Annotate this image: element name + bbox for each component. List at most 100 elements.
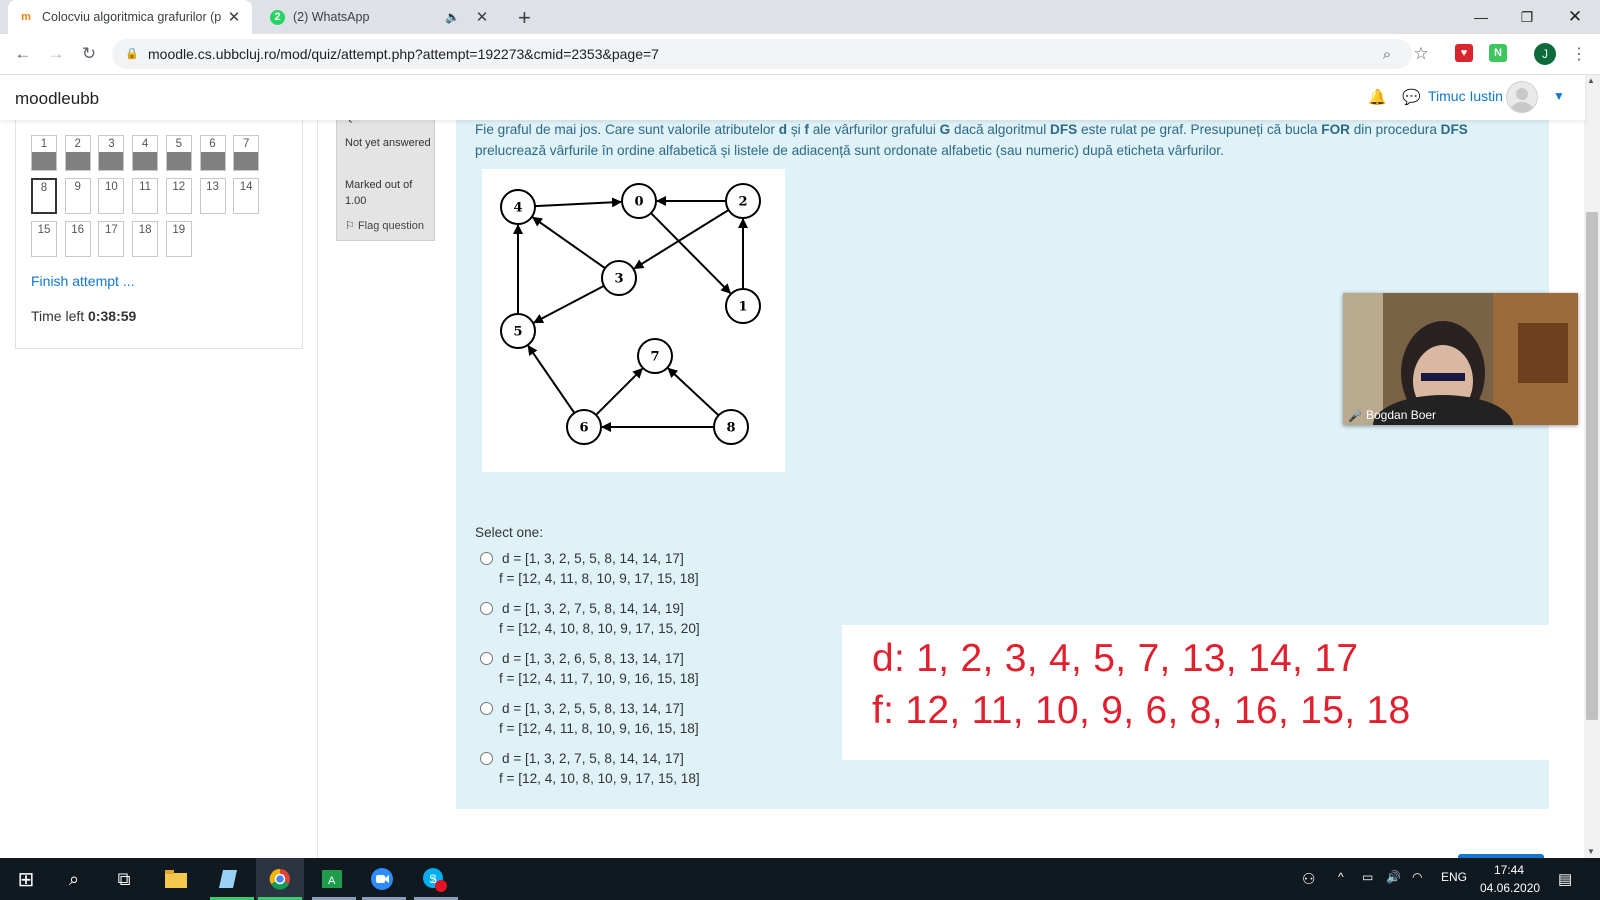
restore-icon[interactable]: ❐ [1504,0,1550,34]
quiz-nav-button[interactable]: 11 [132,178,159,214]
radio-button[interactable] [480,702,493,715]
quiz-nav-button[interactable]: 2 [64,135,91,171]
answered-fill [65,152,90,170]
graph-node-label: 6 [579,421,588,436]
scroll-down-icon[interactable]: ▼ [1587,847,1595,856]
menu-kebab-icon[interactable]: ⋮ [1568,43,1590,65]
pocket-extension-icon[interactable]: ♥ [1455,44,1473,62]
graph-node-label: 2 [738,195,747,210]
select-one-label: Select one: [475,525,544,540]
close-icon[interactable]: ✕ [474,8,490,26]
finish-attempt-link[interactable]: Finish attempt ... [31,273,134,289]
quiz-nav-button[interactable]: 8 [31,178,57,214]
lock-icon[interactable]: 🔒 [125,47,139,60]
radio-button[interactable] [480,752,493,765]
quiz-nav-button[interactable]: 18 [132,221,159,257]
radio-button[interactable] [480,552,493,565]
scroll-up-icon[interactable]: ▲ [1587,76,1595,85]
prompt-text: din procedura [1349,122,1441,137]
tab-moodle[interactable]: m Colocviu algoritmica grafurilor (p ✕ [8,0,252,34]
quiz-nav-button-number: 2 [74,138,81,150]
option-f-values: f = [12, 4, 10, 8, 10, 9, 17, 15, 18] [499,771,700,786]
search-icon[interactable]: ⌕ [1376,43,1398,65]
quiz-nav-button[interactable]: 10 [98,178,125,214]
clock-time[interactable]: 17:44 [1494,863,1524,877]
answered-fill [200,152,225,170]
notion-extension-icon[interactable]: N [1489,44,1507,62]
quiz-nav-button[interactable]: 14 [233,178,260,214]
answered-fill [234,152,259,170]
excel-like-app-icon[interactable]: A [308,858,356,900]
window-close-icon[interactable]: ✕ [1552,0,1598,34]
notification-bell-icon[interactable]: 🔔 [1368,88,1387,106]
site-brand[interactable]: moodleubb [15,89,99,109]
quiz-nav-button[interactable]: 1 [31,135,57,171]
chevron-down-icon[interactable]: ▼ [1553,89,1565,103]
quiz-nav-button[interactable]: 13 [199,178,226,214]
quiz-nav-button[interactable]: 17 [98,221,125,257]
answer-option[interactable]: d = [1, 3, 2, 5, 5, 8, 13, 14, 17] f = [1… [480,699,780,741]
people-icon[interactable]: ⚇ [1302,870,1315,888]
quiz-nav-button[interactable]: 4 [132,135,159,171]
quiz-nav-button[interactable]: 19 [165,221,192,257]
user-menu-name[interactable]: Timuc Iustin [1428,88,1503,104]
profile-avatar[interactable]: J [1534,43,1556,65]
minimize-icon[interactable]: — [1458,0,1504,34]
video-frame [1343,293,1578,425]
graph-node-label: 5 [513,325,522,340]
clock-date[interactable]: 04.06.2020 [1480,881,1540,895]
notepad-shape [219,870,237,888]
file-explorer-icon[interactable] [152,858,200,900]
reload-icon[interactable]: ↻ [76,41,102,67]
url-text[interactable]: moodle.cs.ubbcluj.ro/mod/quiz/attempt.ph… [148,46,659,62]
chevron-up-icon[interactable]: ^ [1338,870,1344,884]
quiz-nav-button[interactable]: 9 [64,178,91,214]
prompt-keyword: d [778,122,788,137]
quiz-nav-button[interactable]: 6 [199,135,226,171]
volume-icon[interactable]: 🔊 [1386,870,1401,884]
graph-edge-6-7 [595,368,643,416]
wifi-icon[interactable]: ◠ [1412,870,1422,884]
navbar-overlay [0,75,1585,120]
quiz-nav-button[interactable]: 16 [64,221,91,257]
close-icon[interactable]: ✕ [226,8,242,26]
graph-edge-2-3 [633,209,730,270]
notepad-icon[interactable] [204,858,252,900]
page-scrollbar-thumb[interactable] [1586,212,1598,720]
quiz-nav-button[interactable]: 7 [233,135,260,171]
radio-button[interactable] [480,602,493,615]
back-icon[interactable]: ← [10,41,36,67]
video-tile[interactable] [1343,293,1578,425]
user-avatar[interactable] [1506,81,1538,113]
quiz-nav-button-number: 17 [104,224,118,236]
mute-icon[interactable]: 🔈 [445,10,460,24]
language-indicator[interactable]: ENG [1441,870,1467,884]
radio-button[interactable] [480,652,493,665]
quiz-nav-button[interactable]: 3 [98,135,125,171]
answer-option[interactable]: d = [1, 3, 2, 6, 5, 8, 13, 14, 17] f = [1… [480,649,780,691]
quiz-nav-button[interactable]: 15 [31,221,57,257]
graph-edge-3-4 [531,216,606,270]
zoom-icon[interactable] [358,858,406,900]
chrome-icon[interactable] [256,858,304,900]
messages-icon[interactable]: 💬 [1402,88,1421,106]
quiz-nav-button[interactable]: 12 [165,178,192,214]
answer-option[interactable]: d = [1, 3, 2, 5, 5, 8, 14, 14, 17] f = [1… [480,549,780,591]
bookmark-star-icon[interactable]: ☆ [1410,43,1432,65]
tab-title: (2) WhatsApp [293,10,370,24]
graph-node-label: 4 [513,201,522,216]
battery-icon[interactable]: ▭ [1362,870,1373,884]
quiz-nav-button[interactable]: 5 [165,135,192,171]
folder-shape [165,870,187,888]
answer-option[interactable]: d = [1, 3, 2, 7, 5, 8, 14, 14, 17] f = [1… [480,749,780,791]
search-icon[interactable]: ⌕ [50,858,98,900]
task-view-icon[interactable]: ⧉ [100,858,148,900]
new-tab-icon[interactable]: + [518,5,531,31]
answer-option[interactable]: d = [1, 3, 2, 7, 5, 8, 14, 14, 19] f = [1… [480,599,780,641]
flag-question-link[interactable]: ⚐ Flag question [345,219,424,232]
tab-whatsapp[interactable]: 2 (2) WhatsApp 🔈 ✕ [260,0,500,34]
action-center-icon[interactable]: ▤ [1558,870,1572,888]
forward-icon[interactable]: → [43,41,69,67]
prompt-keyword: DFS [1440,122,1468,137]
windows-start-icon[interactable]: ⊞ [2,858,50,900]
